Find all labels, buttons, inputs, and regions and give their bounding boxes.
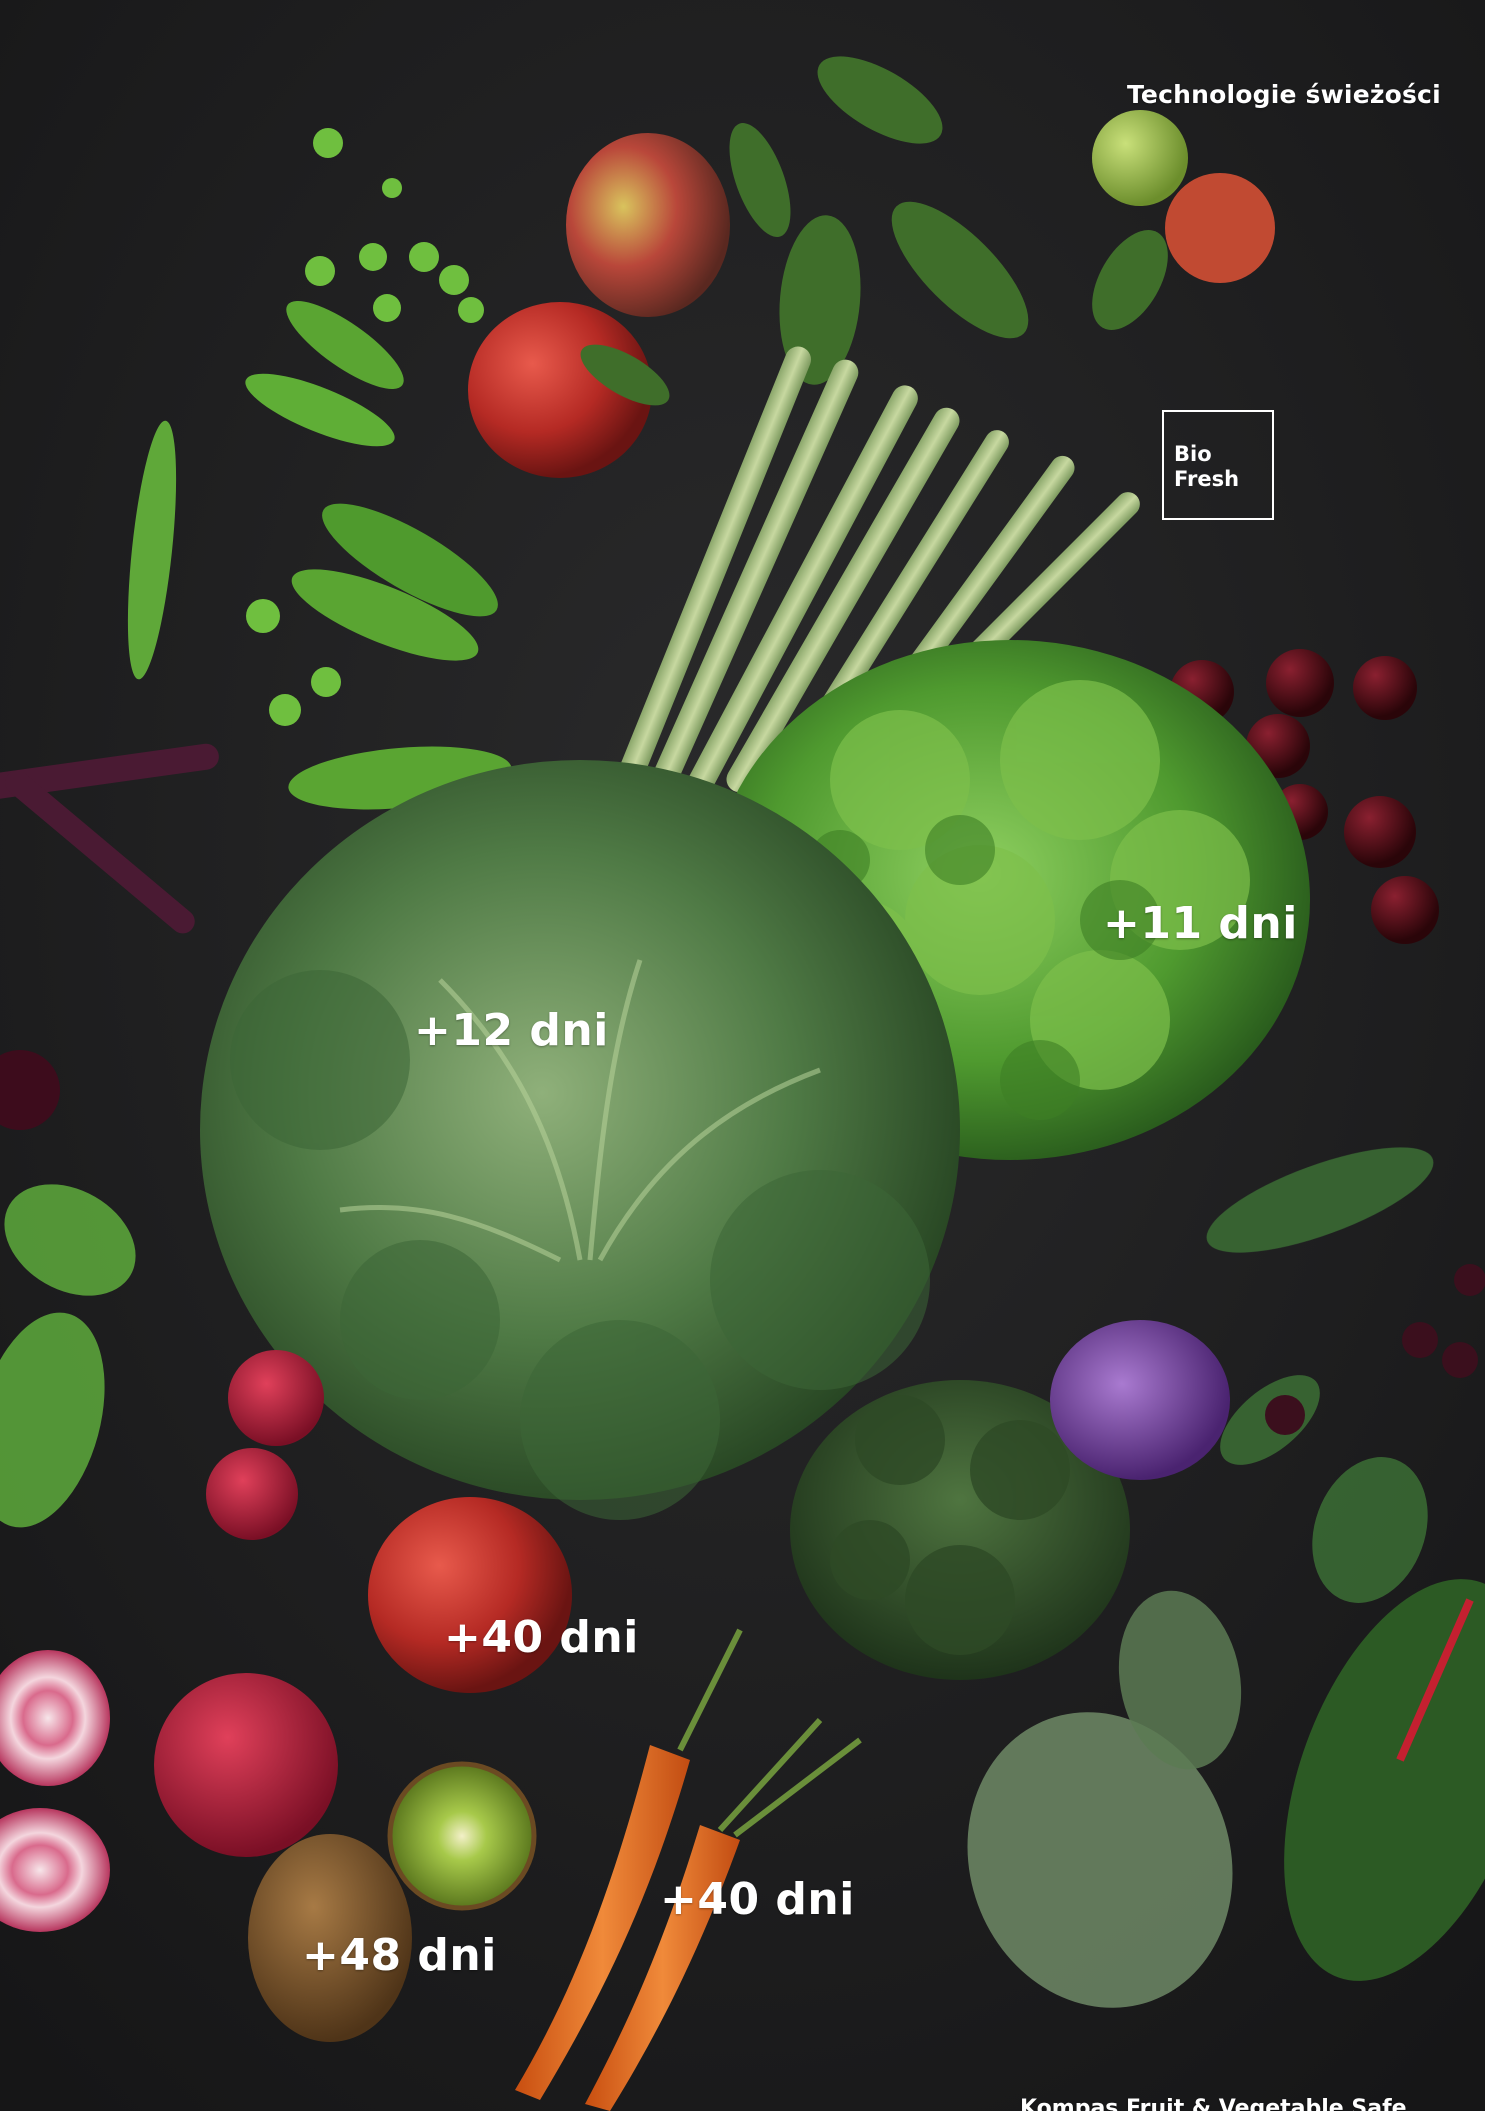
- footer-caption: Kompas Fruit & Vegetable Safe: [1020, 2096, 1407, 2111]
- biofresh-badge: Bio Fresh: [1162, 410, 1274, 520]
- page: Technologie świeżości Bio Fresh +12 dni …: [0, 0, 1485, 2111]
- produce-photo: [0, 0, 1485, 2111]
- kiwi-days-label: +48 dni: [302, 1930, 497, 1981]
- badge-line-1: Bio: [1174, 442, 1212, 466]
- cabbage-days-label: +12 dni: [414, 1005, 609, 1056]
- carrot-days-label: +40 dni: [660, 1874, 855, 1925]
- section-title: Technologie świeżości: [1127, 80, 1441, 109]
- badge-line-2: Fresh: [1174, 467, 1240, 491]
- lettuce-days-label: +11 dni: [1103, 898, 1298, 949]
- apple-days-label: +40 dni: [444, 1612, 639, 1663]
